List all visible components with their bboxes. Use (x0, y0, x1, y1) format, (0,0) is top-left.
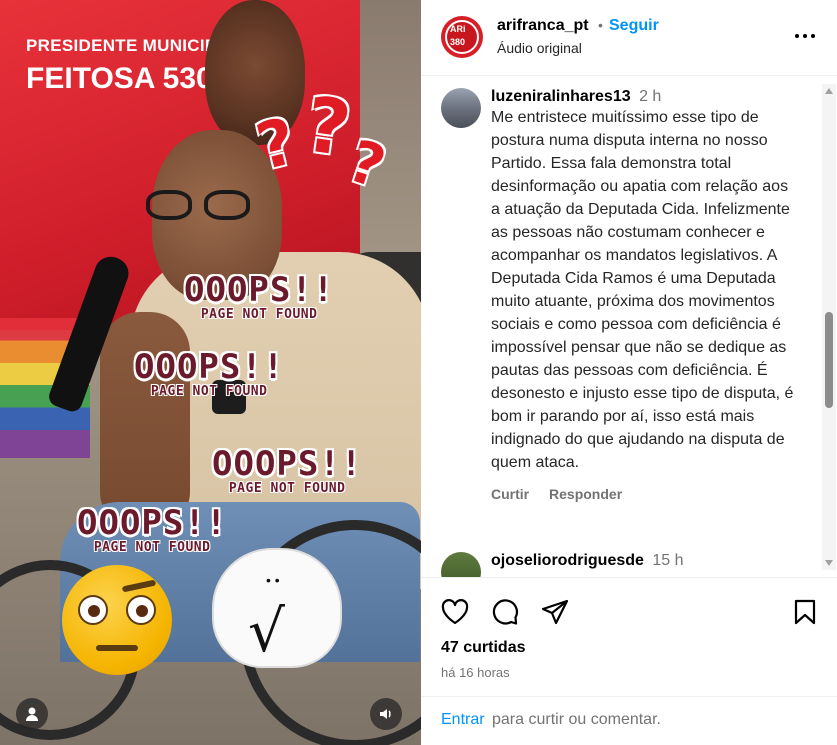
bookmark-icon[interactable] (789, 596, 821, 628)
oops-subtitle: PAGE NOT FOUND (93, 540, 211, 555)
oops-sticker: OOOPS!! PAGE NOT FOUND (212, 446, 362, 496)
post-header: ARi 380 arifranca_pt • Seguir Áudio orig… (421, 0, 837, 76)
like-comment-button[interactable]: Curtir (491, 486, 529, 502)
comment-time: 15 h (652, 552, 684, 569)
avatar-initials: ARi (450, 24, 466, 34)
blob-sticker: • • √ (212, 548, 342, 668)
commenter-username[interactable]: luzeniralinhares13 (491, 88, 631, 105)
comments-scrollbar[interactable] (822, 84, 836, 570)
commenter-avatar[interactable] (441, 88, 481, 128)
likes-count[interactable]: 47 curtidas (441, 639, 525, 657)
raised-eyebrow-emoji-icon (62, 565, 172, 675)
check-mark: √ (248, 597, 285, 665)
oops-heading: OOOPS!! (77, 503, 228, 543)
avatar-number: 380 (450, 37, 466, 47)
question-marks-sticker: ? ? ? (250, 79, 398, 210)
commenter-avatar[interactable] (441, 552, 481, 577)
scrollbar-thumb[interactable] (825, 312, 833, 408)
more-horizontal-icon[interactable] (791, 22, 819, 50)
login-link[interactable]: Entrar (441, 711, 485, 729)
oops-heading: OOOPS!! (134, 347, 285, 387)
post-actions: 47 curtidas há 16 horas Entrar para curt… (421, 577, 837, 745)
scroll-up-arrow-icon[interactable] (825, 88, 833, 94)
volume-icon[interactable] (370, 698, 402, 730)
oops-subtitle: PAGE NOT FOUND (228, 481, 346, 496)
speaker-arm (100, 312, 190, 532)
author-avatar[interactable]: ARi 380 (441, 16, 483, 58)
reply-comment-button[interactable]: Responder (549, 486, 622, 502)
speaker-glasses (146, 190, 266, 220)
post-media[interactable]: PRESIDENTE MUNICIPAL FEITOSA 530 ? ? ? O… (0, 0, 421, 745)
comment-text: Me entristece muitíssimo esse tipo de po… (491, 109, 794, 471)
heart-icon[interactable] (439, 596, 471, 628)
follow-button[interactable]: Seguir (609, 17, 659, 35)
comments-list: luzeniralinhares13 2 h Me entristece mui… (421, 77, 837, 577)
oops-subtitle: PAGE NOT FOUND (150, 384, 268, 399)
oops-subtitle: PAGE NOT FOUND (200, 307, 318, 322)
question-mark: ? (300, 79, 357, 174)
author-username[interactable]: arifranca_pt (497, 17, 589, 35)
composer-prompt: para curtir ou comentar. (492, 711, 661, 728)
comment-time: 2 h (639, 88, 662, 105)
oops-sticker: OOOPS!! PAGE NOT FOUND (184, 272, 334, 322)
scroll-down-arrow-icon[interactable] (825, 560, 833, 566)
comment-icon[interactable] (489, 596, 521, 628)
post-details-panel: ARi 380 arifranca_pt • Seguir Áudio orig… (421, 0, 837, 745)
separator-dot: • (598, 17, 603, 33)
post-timestamp: há 16 horas (441, 665, 510, 680)
audio-label[interactable]: Áudio original (497, 40, 582, 56)
oops-sticker: OOOPS!! PAGE NOT FOUND (77, 505, 227, 555)
comment-composer: Entrar para curtir ou comentar. (421, 696, 837, 745)
oops-sticker: OOOPS!! PAGE NOT FOUND (134, 349, 284, 399)
question-mark: ? (249, 104, 304, 186)
oops-heading: OOOPS!! (212, 444, 363, 484)
commenter-username[interactable]: ojoseliorodriguesde (491, 552, 644, 569)
oops-heading: OOOPS!! (184, 270, 335, 310)
share-icon[interactable] (539, 596, 571, 628)
user-tag-icon[interactable] (16, 698, 48, 730)
